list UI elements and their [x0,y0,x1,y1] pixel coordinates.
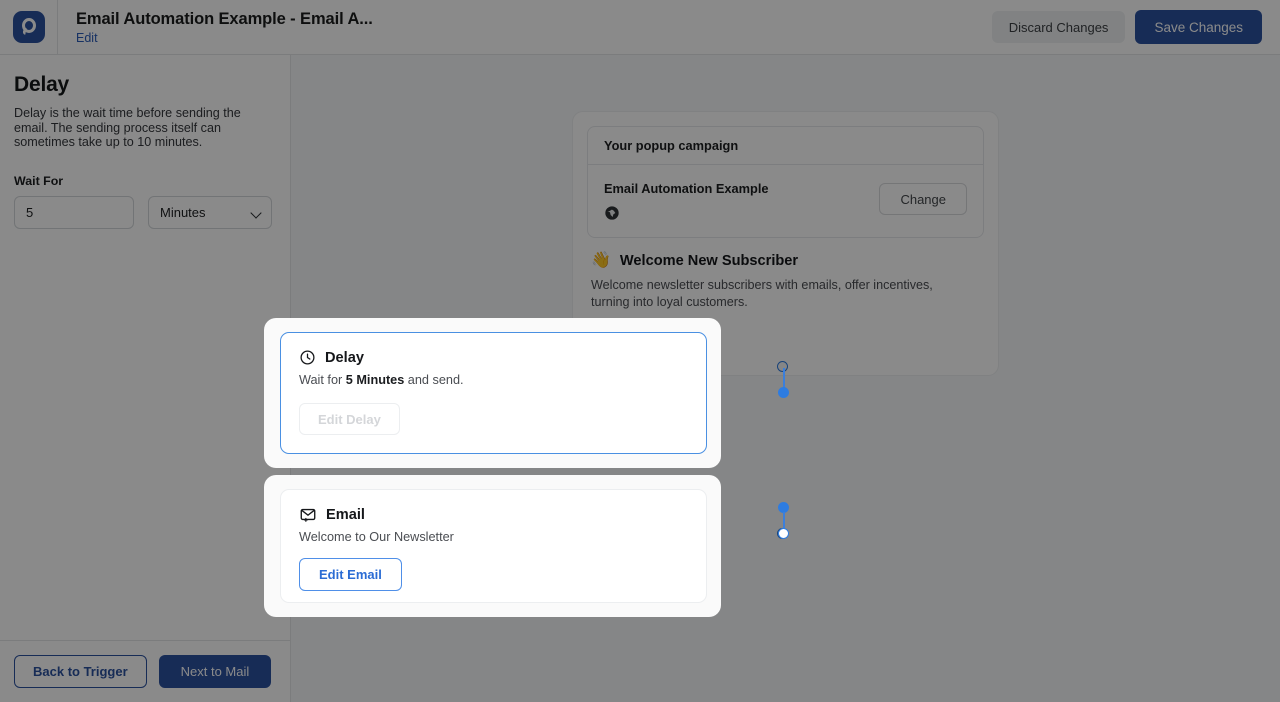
edit-email-button[interactable]: Edit Email [299,558,402,591]
email-step-wrapper[interactable]: Email Welcome to Our Newsletter Edit Ema… [264,475,721,617]
wait-for-row: Minutes [14,196,276,229]
email-title: Email [326,507,365,523]
popup-campaign-header: Your popup campaign [588,127,983,165]
header-title-group: Email Automation Example - Email A... Ed… [76,9,373,46]
sidebar-footer: Back to Trigger Next to Mail [0,640,290,702]
connector-dot-filled [778,387,789,398]
speech-bubble-logo-icon [13,11,45,43]
email-card[interactable]: Email Welcome to Our Newsletter Edit Ema… [280,489,707,603]
wait-unit-value: Minutes [160,205,206,220]
logo-tail [22,27,29,35]
waving-hand-icon: 👋 [591,252,611,270]
envelope-icon [299,506,317,523]
delay-sub-prefix: Wait for [299,373,346,387]
page-title: Email Automation Example - Email A... [76,9,373,29]
back-to-trigger-button[interactable]: Back to Trigger [14,655,147,688]
next-to-mail-button[interactable]: Next to Mail [159,655,272,688]
email-header: Email [299,506,688,523]
edit-delay-button: Edit Delay [299,403,400,435]
change-campaign-button[interactable]: Change [879,183,967,215]
wait-amount-input[interactable] [14,196,134,229]
email-subject: Welcome to Our Newsletter [299,530,688,544]
sidebar-title: Delay [14,73,276,97]
delay-sub-value: 5 Minutes [346,373,405,387]
popup-campaign-body: Email Automation Example Change [588,165,983,237]
header-actions: Discard Changes Save Changes [992,10,1280,44]
popup-campaign-name: Email Automation Example [604,181,769,196]
popup-campaign-box: Your popup campaign Email Automation Exa… [587,126,984,238]
trigger-description: Welcome newsletter subscribers with emai… [591,277,965,310]
trigger-title: Welcome New Subscriber [620,253,798,269]
sidebar-description: Delay is the wait time before sending th… [14,106,272,150]
delay-subtitle: Wait for 5 Minutes and send. [299,373,688,387]
wait-for-label: Wait For [14,174,276,188]
globe-icon [604,205,620,221]
app-header: Email Automation Example - Email A... Ed… [0,0,1280,55]
delay-step-wrapper[interactable]: Delay Wait for 5 Minutes and send. Edit … [264,318,721,468]
clock-icon [299,349,316,366]
settings-sidebar: Delay Delay is the wait time before send… [0,55,291,702]
logo-container [0,0,58,55]
sidebar-body: Delay Delay is the wait time before send… [0,55,290,229]
delay-card[interactable]: Delay Wait for 5 Minutes and send. Edit … [280,332,707,454]
app-root: Email Automation Example - Email A... Ed… [0,0,1280,702]
discard-changes-button[interactable]: Discard Changes [992,11,1126,43]
popup-campaign-info: Email Automation Example [604,181,769,221]
chevron-down-icon [250,207,261,218]
connector-dot-hollow [778,528,789,539]
trigger-header: 👋 Welcome New Subscriber [591,252,980,270]
delay-title: Delay [325,350,364,366]
header-edit-link[interactable]: Edit [76,30,373,46]
save-changes-button[interactable]: Save Changes [1135,10,1262,44]
delay-header: Delay [299,349,688,366]
delay-sub-suffix: and send. [404,373,463,387]
wait-unit-select[interactable]: Minutes [148,196,272,229]
